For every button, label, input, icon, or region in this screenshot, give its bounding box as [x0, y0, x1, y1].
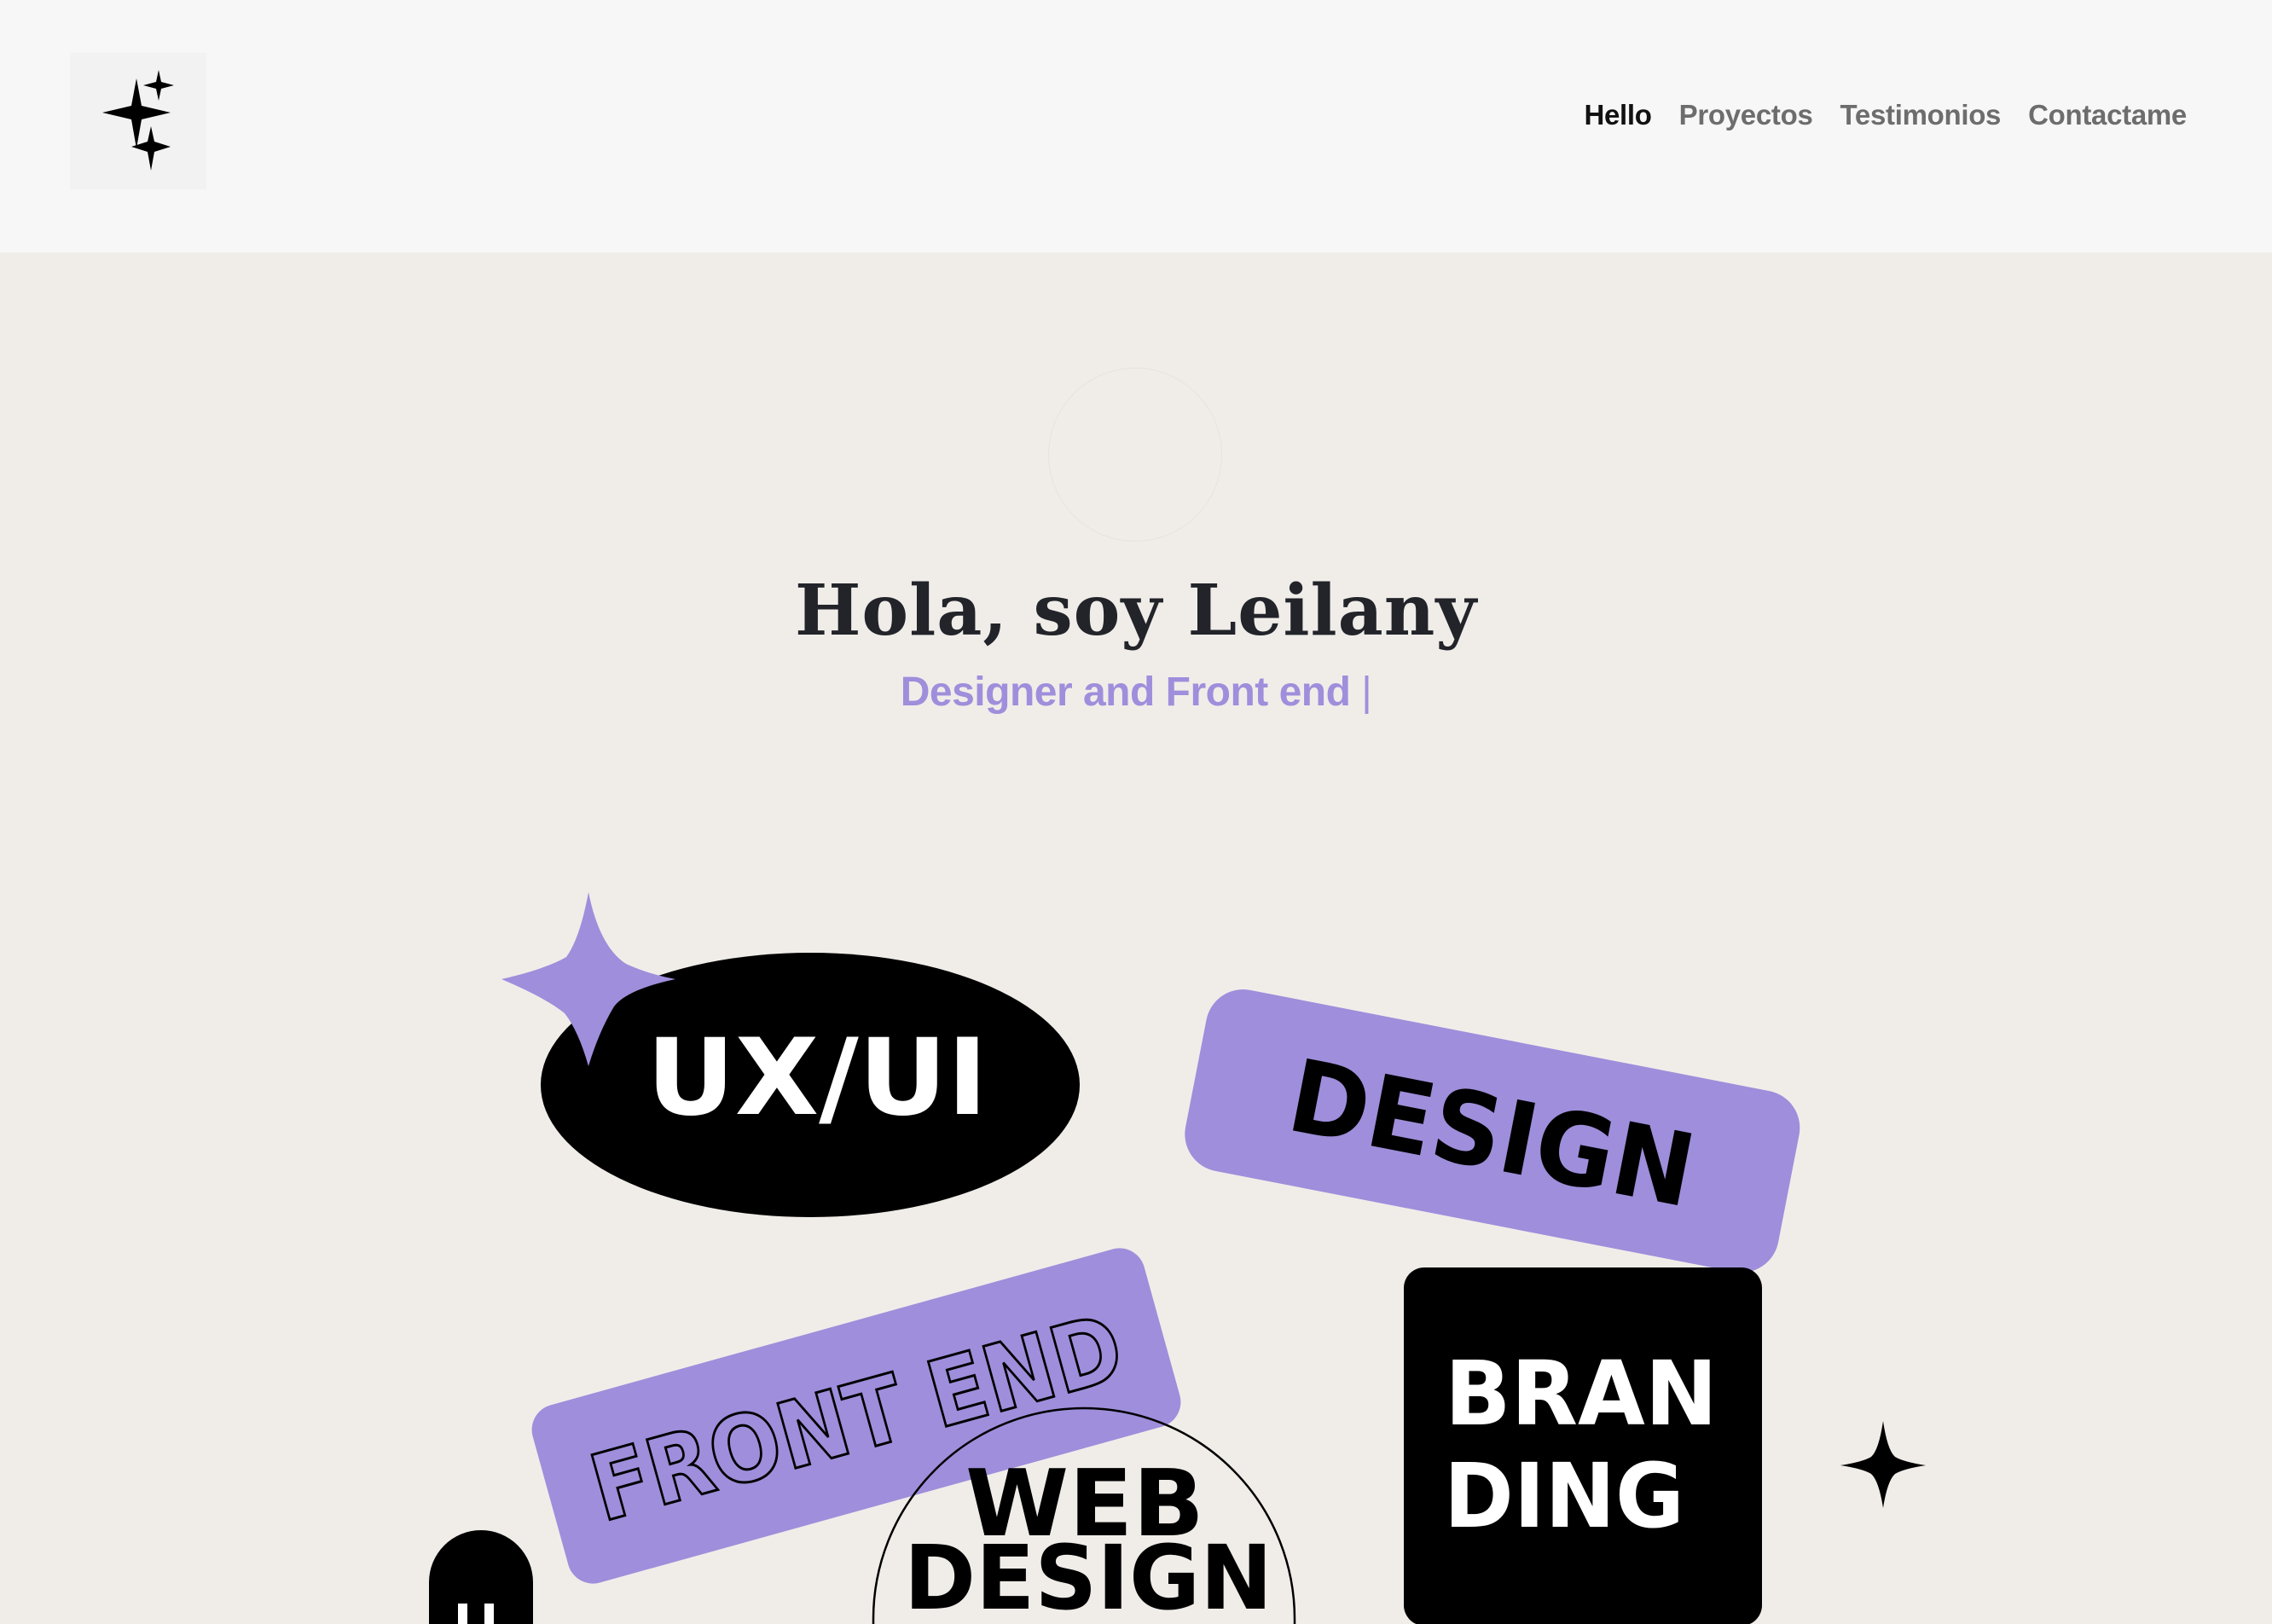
black-sparkle-icon — [1840, 1421, 1926, 1508]
sticker-branding: BRAN DING — [1404, 1267, 1762, 1624]
sticker-design: DESIGN — [1185, 989, 1800, 1273]
sticker-uxui-label: UX/UI — [646, 1017, 988, 1140]
sticker-arch — [429, 1530, 533, 1624]
stickers-illustration: UX/UI DESIGN FRONT END BRAN DING WEB DES… — [429, 892, 1926, 1624]
sticker-branding-label-1: BRAN — [1445, 1342, 1718, 1446]
sticker-webdesign-label-2: DESIGN — [904, 1526, 1272, 1624]
sticker-branding-label-2: DING — [1444, 1444, 1684, 1548]
